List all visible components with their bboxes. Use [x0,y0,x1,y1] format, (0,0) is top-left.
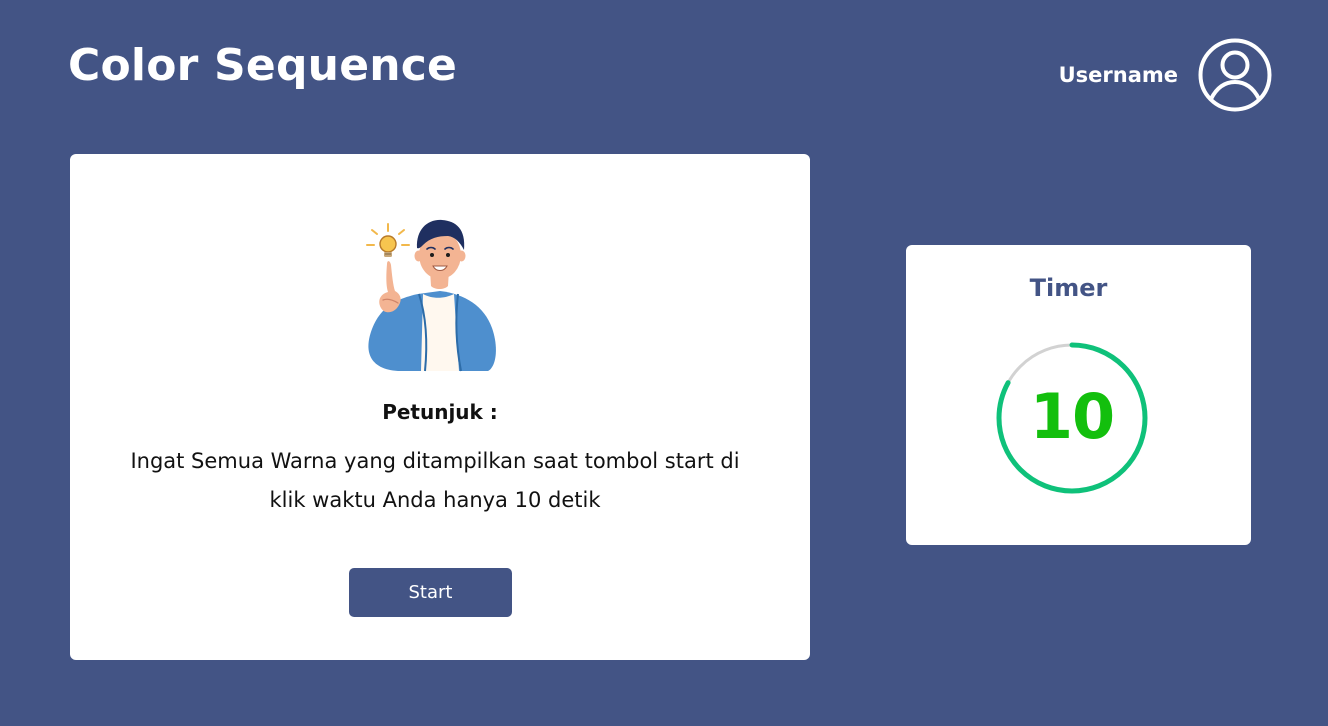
instruction-heading: Petunjuk : [382,400,498,424]
user-menu[interactable]: Username [1059,38,1272,112]
lightbulb-icon [366,223,410,257]
start-button[interactable]: Start [349,568,512,617]
timer-title: Timer [1029,274,1108,302]
instruction-text: Ingat Semua Warna yang ditampilkan saat … [130,449,740,512]
user-avatar-icon[interactable] [1198,38,1272,112]
timer-countdown-value: 10 [1029,380,1115,453]
app-title: Color Sequence [68,40,458,91]
thinking-person-illustration [366,219,496,372]
username-label: Username [1058,63,1178,87]
